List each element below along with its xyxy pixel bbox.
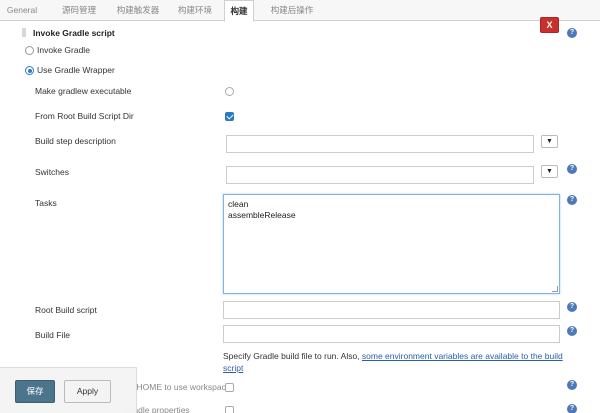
save-button[interactable]: 保存 bbox=[15, 380, 55, 403]
tab-build-environment[interactable]: 构建环境 bbox=[170, 0, 220, 21]
tab-post-build[interactable]: 构建后操作 bbox=[263, 0, 321, 21]
tasks-help-icon[interactable]: ? bbox=[567, 195, 577, 205]
help-icon[interactable]: ? bbox=[567, 28, 577, 38]
build-file-label: Build File bbox=[35, 330, 70, 340]
make-executable-checkbox[interactable] bbox=[225, 87, 234, 96]
gradle-properties-checkbox[interactable] bbox=[225, 406, 234, 413]
build-file-help-icon[interactable]: ? bbox=[567, 326, 577, 336]
section-drag-handle[interactable] bbox=[22, 28, 26, 37]
tab-source-code[interactable]: 源码管理 bbox=[53, 0, 105, 21]
workspace-checkbox[interactable] bbox=[225, 383, 234, 392]
note-text: Specify Gradle build file to run. Also, bbox=[223, 351, 362, 361]
tasks-value: clean assembleRelease bbox=[228, 199, 296, 220]
tab-build[interactable]: 构建 bbox=[224, 0, 254, 22]
switches-label: Switches bbox=[35, 167, 70, 177]
invoke-gradle-radio[interactable] bbox=[25, 46, 34, 55]
build-step-description-input[interactable] bbox=[226, 135, 534, 153]
workspace-help-icon[interactable]: ? bbox=[567, 380, 577, 390]
build-file-input[interactable] bbox=[223, 325, 560, 343]
tasks-label: Tasks bbox=[35, 198, 57, 208]
from-root-checkbox[interactable] bbox=[225, 112, 234, 121]
tab-build-triggers[interactable]: 构建触发器 bbox=[112, 0, 164, 21]
from-root-label: From Root Build Script Dir bbox=[35, 111, 134, 121]
expand-switches-dropdown[interactable]: ▼ bbox=[541, 165, 558, 178]
build-file-note: Specify Gradle build file to run. Also, … bbox=[223, 350, 568, 374]
gradle-properties-help-icon[interactable]: ? bbox=[567, 404, 577, 413]
switches-input[interactable] bbox=[226, 166, 534, 184]
section-title: Invoke Gradle script bbox=[33, 28, 115, 38]
tasks-textarea[interactable]: clean assembleRelease bbox=[223, 194, 560, 294]
invoke-gradle-label: Invoke Gradle bbox=[37, 45, 90, 55]
root-build-script-input[interactable] bbox=[223, 301, 560, 319]
use-gradle-wrapper-radio[interactable] bbox=[25, 66, 34, 75]
build-step-description-label: Build step description bbox=[35, 136, 116, 146]
tab-general[interactable]: General bbox=[4, 0, 40, 21]
use-gradle-wrapper-label: Use Gradle Wrapper bbox=[37, 65, 115, 75]
apply-button[interactable]: Apply bbox=[64, 380, 111, 403]
delete-step-button[interactable]: X bbox=[540, 17, 559, 33]
expand-description-dropdown[interactable]: ▼ bbox=[541, 135, 558, 148]
config-tab-bar: General 源码管理 构建触发器 构建环境 构建 构建后操作 bbox=[0, 0, 600, 22]
root-build-script-label: Root Build script bbox=[35, 305, 97, 315]
switches-help-icon[interactable]: ? bbox=[567, 164, 577, 174]
root-build-script-help-icon[interactable]: ? bbox=[567, 302, 577, 312]
make-executable-label: Make gradlew executable bbox=[35, 86, 132, 96]
resize-handle[interactable] bbox=[552, 286, 558, 292]
